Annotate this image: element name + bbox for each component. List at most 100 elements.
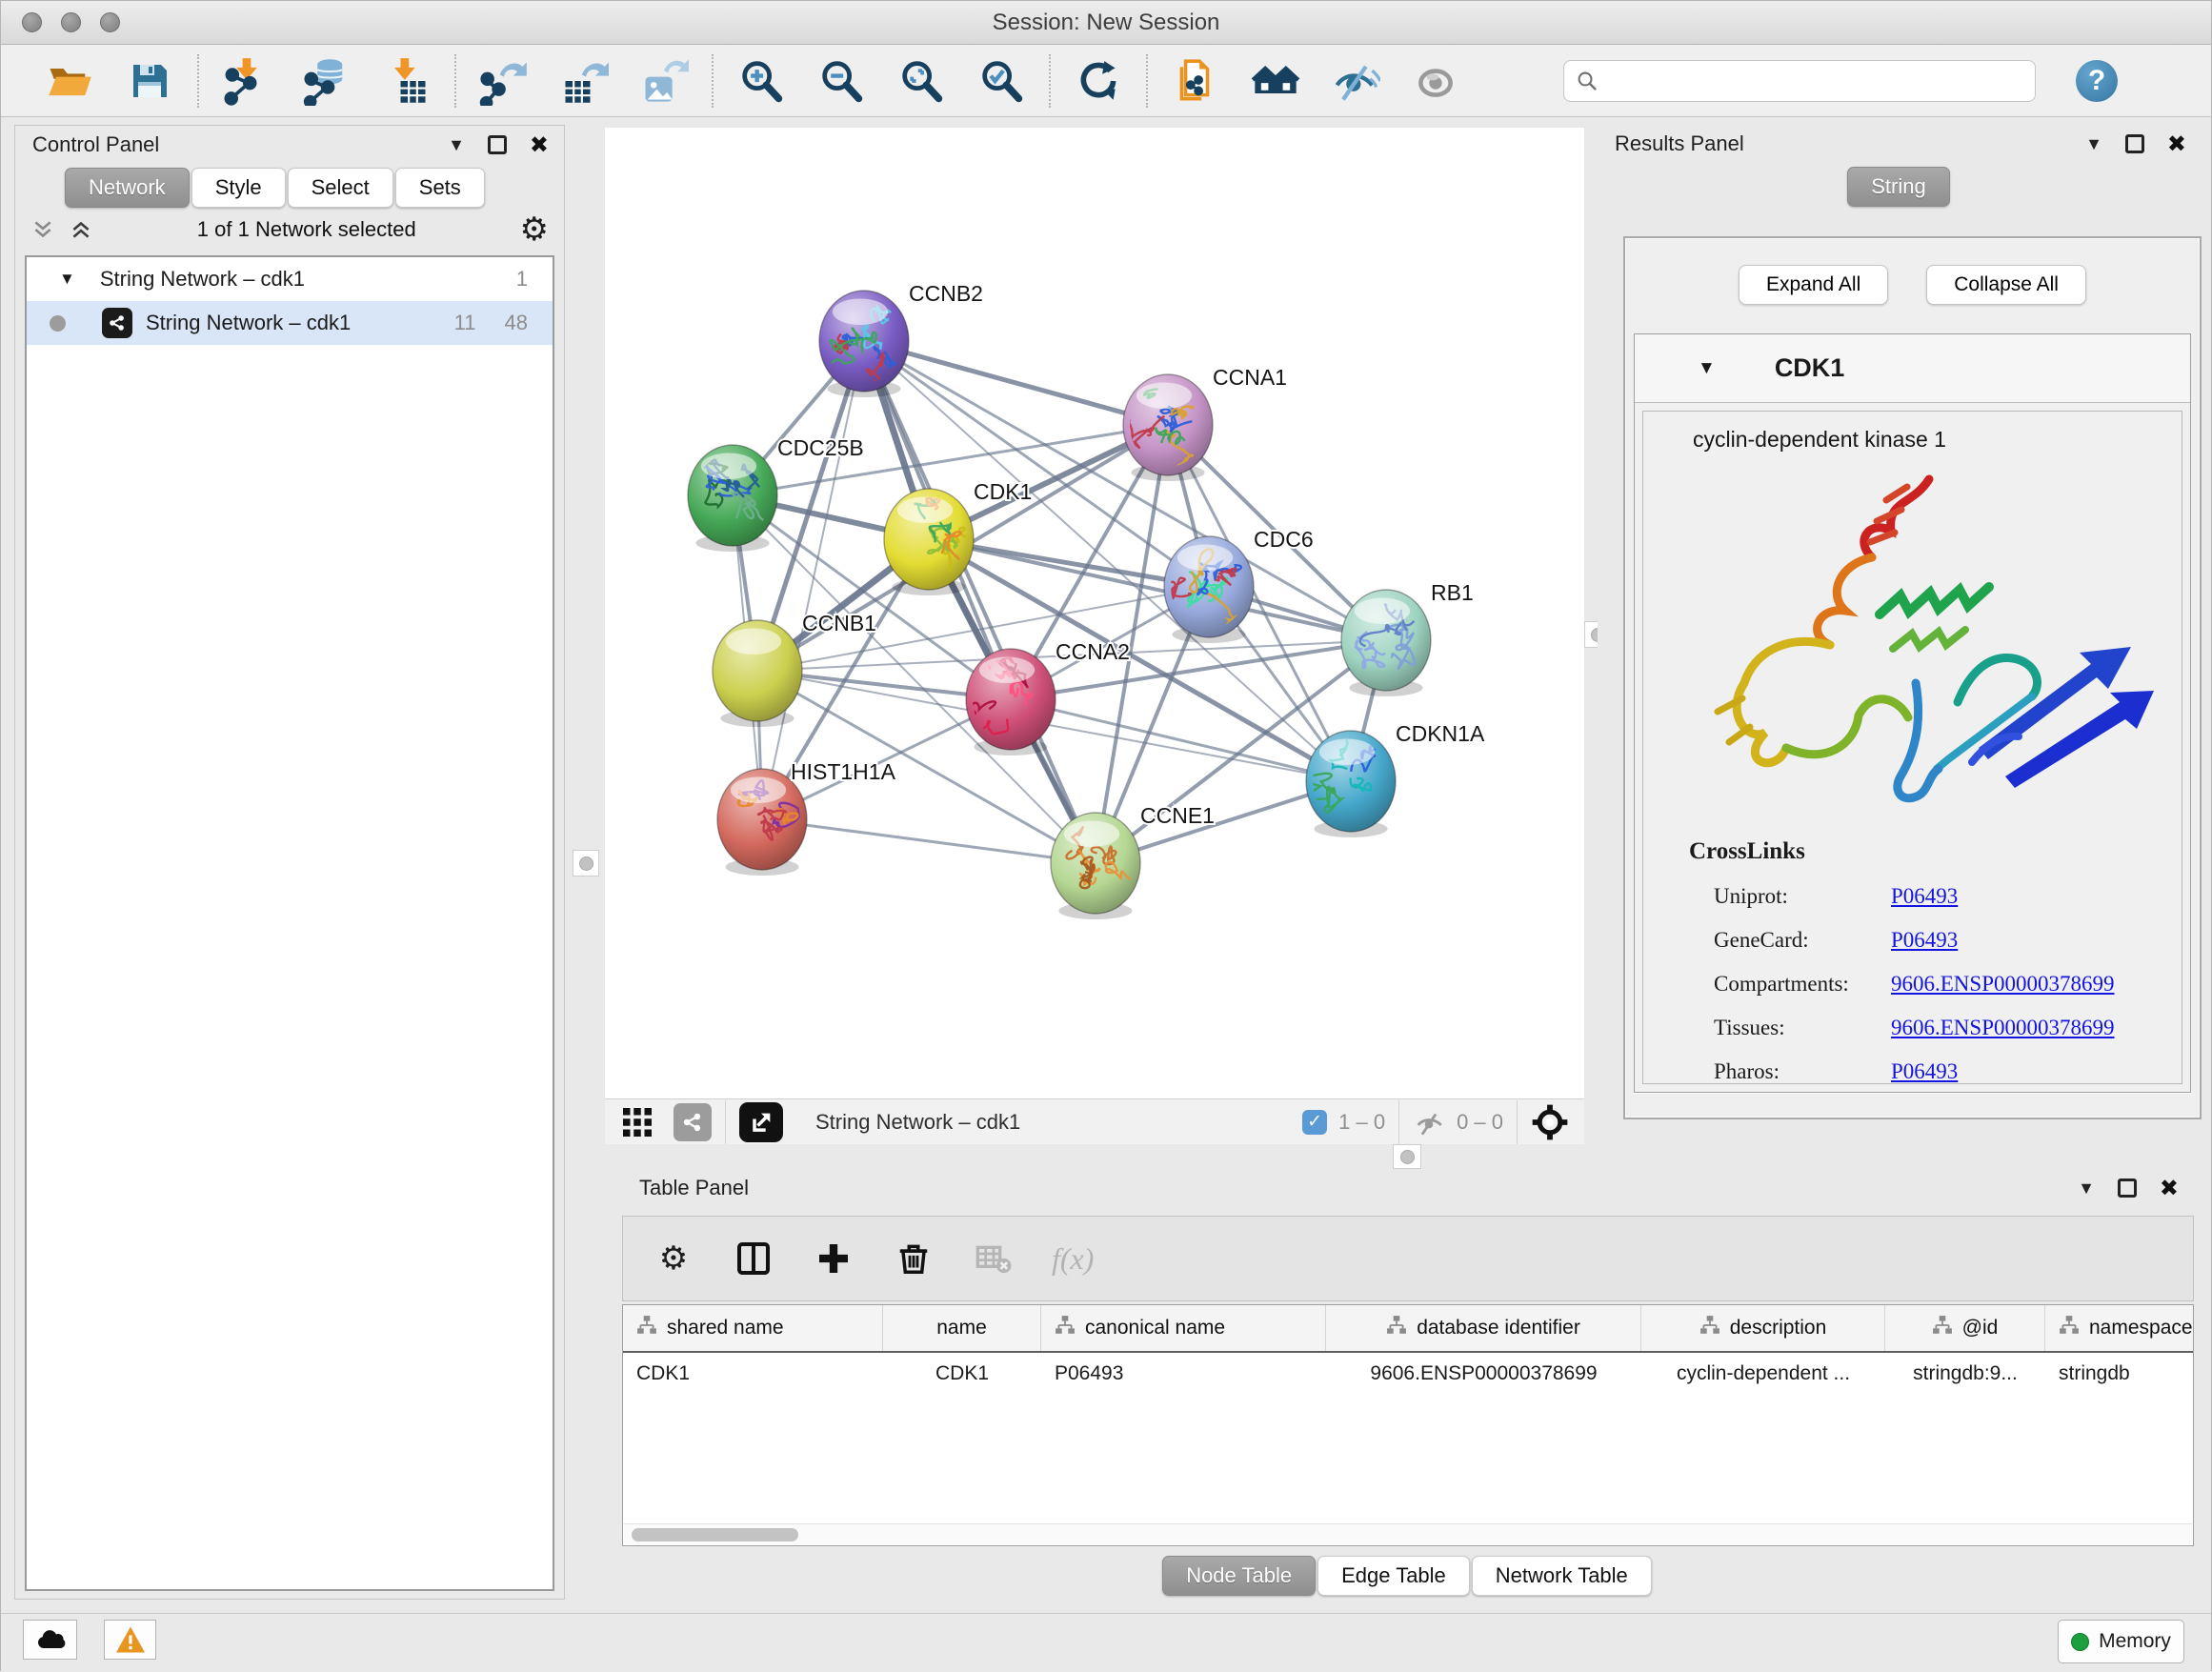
float-panel-icon[interactable] bbox=[488, 135, 507, 154]
network-node-ccne1[interactable]: CCNE1 bbox=[1051, 803, 1215, 919]
delete-column-trash-icon[interactable] bbox=[892, 1237, 935, 1280]
save-session-button[interactable] bbox=[123, 52, 176, 110]
horizontal-scrollbar[interactable] bbox=[624, 1523, 2192, 1544]
table-options-gear-icon[interactable]: ⚙ bbox=[652, 1237, 695, 1280]
network-node-cdkn1a[interactable]: CDKN1A bbox=[1306, 721, 1485, 837]
float-panel-icon[interactable] bbox=[2125, 134, 2144, 153]
panel-menu-icon[interactable]: ▼ bbox=[2085, 134, 2102, 154]
redraw-network-button[interactable] bbox=[1072, 52, 1125, 110]
import-network-icon bbox=[222, 56, 271, 106]
table-cell: P06493 bbox=[1041, 1353, 1326, 1395]
network-graph[interactable]: CCNB2CCNA1CDC25BCDK1CDC6RB1CCNB1CCNA2CDK… bbox=[605, 128, 1584, 1098]
crosslink-link[interactable]: 9606.ENSP00000378699 bbox=[1891, 1016, 2115, 1040]
selected-checkbox[interactable]: ✓ bbox=[1302, 1110, 1327, 1135]
node-label: CCNE1 bbox=[1140, 803, 1215, 828]
column-header-namespace[interactable]: namespace bbox=[2045, 1305, 2194, 1351]
network-edge[interactable] bbox=[929, 539, 1386, 640]
tab-edge-table[interactable]: Edge Table bbox=[1317, 1556, 1470, 1596]
zoom-fit-button[interactable] bbox=[895, 52, 948, 110]
column-header-database-identifier[interactable]: database identifier bbox=[1326, 1305, 1641, 1351]
collapse-all-icon[interactable] bbox=[30, 217, 55, 242]
tree-expander-icon[interactable]: ▼ bbox=[59, 270, 75, 289]
network-node-ccna1[interactable]: CCNA1 bbox=[1116, 365, 1287, 481]
network-row-label: String Network – cdk1 bbox=[146, 311, 351, 335]
entry-expander-icon[interactable]: ▼ bbox=[1698, 358, 1716, 379]
help-button[interactable]: ? bbox=[2076, 60, 2118, 102]
network-share-icon[interactable] bbox=[674, 1103, 712, 1141]
show-panel-button[interactable] bbox=[1409, 52, 1462, 110]
export-network-button[interactable] bbox=[477, 52, 531, 110]
zoom-out-button[interactable] bbox=[814, 52, 868, 110]
node-entry-header[interactable]: ▼ CDK1 bbox=[1635, 334, 2190, 403]
data-panels-button[interactable] bbox=[1249, 52, 1302, 110]
splitter-handle[interactable] bbox=[1393, 1144, 1421, 1169]
duplicate-network-button[interactable] bbox=[1169, 52, 1222, 110]
crosslink-link[interactable]: P06493 bbox=[1891, 1059, 1958, 1084]
show-columns-icon[interactable] bbox=[732, 1237, 775, 1280]
close-panel-icon[interactable]: ✖ bbox=[2160, 1175, 2179, 1202]
network-row[interactable]: String Network – cdk1 11 48 bbox=[27, 301, 553, 345]
tab-network-table[interactable]: Network Table bbox=[1472, 1556, 1652, 1596]
minimize-window-button[interactable] bbox=[61, 12, 81, 32]
network-node-ccnb2[interactable]: CCNB2 bbox=[819, 281, 983, 397]
network-node-hist1h1a[interactable]: HIST1H1A bbox=[717, 759, 896, 876]
import-database-button[interactable] bbox=[300, 52, 353, 110]
search-input[interactable] bbox=[1608, 70, 2023, 92]
expand-all-button[interactable]: Expand All bbox=[1739, 265, 1888, 305]
zoom-in-button[interactable] bbox=[734, 52, 788, 110]
export-table-button[interactable] bbox=[557, 52, 611, 110]
toolbar-search[interactable] bbox=[1563, 60, 2036, 102]
column-header-name[interactable]: name bbox=[883, 1305, 1041, 1351]
network-edge[interactable] bbox=[864, 341, 1096, 863]
open-session-button[interactable] bbox=[43, 52, 96, 110]
tab-select[interactable]: Select bbox=[288, 168, 393, 208]
collapse-all-button[interactable]: Collapse All bbox=[1926, 265, 2086, 305]
cloud-status-button[interactable] bbox=[23, 1620, 77, 1660]
float-panel-icon[interactable] bbox=[2118, 1178, 2137, 1198]
crosslink-link[interactable]: P06493 bbox=[1891, 928, 1958, 953]
tab-sets[interactable]: Sets bbox=[395, 168, 485, 208]
network-collection-row[interactable]: ▼ String Network – cdk1 1 bbox=[27, 257, 553, 301]
splitter-handle[interactable] bbox=[573, 850, 599, 876]
tab-string[interactable]: String bbox=[1847, 167, 1949, 207]
crosslink-link[interactable]: 9606.ENSP00000378699 bbox=[1891, 972, 2115, 997]
network-node-cdk1[interactable]: CDK1 bbox=[884, 474, 1032, 595]
column-header--id[interactable]: @id bbox=[1885, 1305, 2045, 1351]
import-network-button[interactable] bbox=[220, 52, 273, 110]
export-image-button[interactable] bbox=[637, 52, 691, 110]
birdseye-grid-icon[interactable] bbox=[620, 1105, 654, 1139]
panel-menu-icon[interactable]: ▼ bbox=[448, 135, 465, 155]
expand-all-icon[interactable] bbox=[69, 217, 93, 242]
warning-status-button[interactable] bbox=[104, 1620, 156, 1660]
network-node-rb1[interactable]: RB1 bbox=[1341, 580, 1474, 696]
memory-button[interactable]: Memory bbox=[2058, 1620, 2184, 1663]
window-title: Session: New Session bbox=[1, 10, 2211, 36]
hide-panel-button[interactable] bbox=[1329, 52, 1382, 110]
table-row[interactable]: CDK1CDK1P064939606.ENSP00000378699cyclin… bbox=[623, 1353, 2193, 1395]
crosslink-link[interactable]: P06493 bbox=[1891, 884, 1958, 909]
network-node-cdc25b[interactable]: CDC25B bbox=[688, 435, 864, 552]
tab-style[interactable]: Style bbox=[191, 168, 286, 208]
column-header-canonical-name[interactable]: canonical name bbox=[1041, 1305, 1326, 1351]
import-table-button[interactable] bbox=[380, 52, 433, 110]
network-options-gear-icon[interactable]: ⚙ bbox=[520, 213, 549, 246]
close-panel-icon[interactable]: ✖ bbox=[530, 131, 549, 159]
center-view-crosshair-icon[interactable] bbox=[1531, 1103, 1569, 1141]
export-table-icon bbox=[559, 56, 609, 106]
close-window-button[interactable] bbox=[22, 12, 42, 32]
add-column-icon[interactable] bbox=[812, 1237, 855, 1280]
table-cell: stringdb bbox=[2045, 1353, 2194, 1395]
scrollbar-thumb[interactable] bbox=[632, 1528, 798, 1541]
network-collection-label: String Network – cdk1 bbox=[100, 267, 305, 292]
close-panel-icon[interactable]: ✖ bbox=[2167, 131, 2186, 158]
tab-node-table[interactable]: Node Table bbox=[1162, 1556, 1316, 1596]
open-in-window-button[interactable] bbox=[739, 1102, 783, 1142]
column-header-description[interactable]: description bbox=[1641, 1305, 1885, 1351]
panel-menu-icon[interactable]: ▼ bbox=[2078, 1178, 2095, 1199]
column-header-shared-name[interactable]: shared name bbox=[623, 1305, 883, 1351]
network-view-canvas[interactable]: CCNB2CCNA1CDC25BCDK1CDC6RB1CCNB1CCNA2CDK… bbox=[605, 128, 1584, 1098]
maximize-window-button[interactable] bbox=[100, 12, 120, 32]
network-edge[interactable] bbox=[762, 819, 1096, 863]
tab-network[interactable]: Network bbox=[65, 168, 190, 208]
zoom-selected-button[interactable] bbox=[975, 52, 1028, 110]
